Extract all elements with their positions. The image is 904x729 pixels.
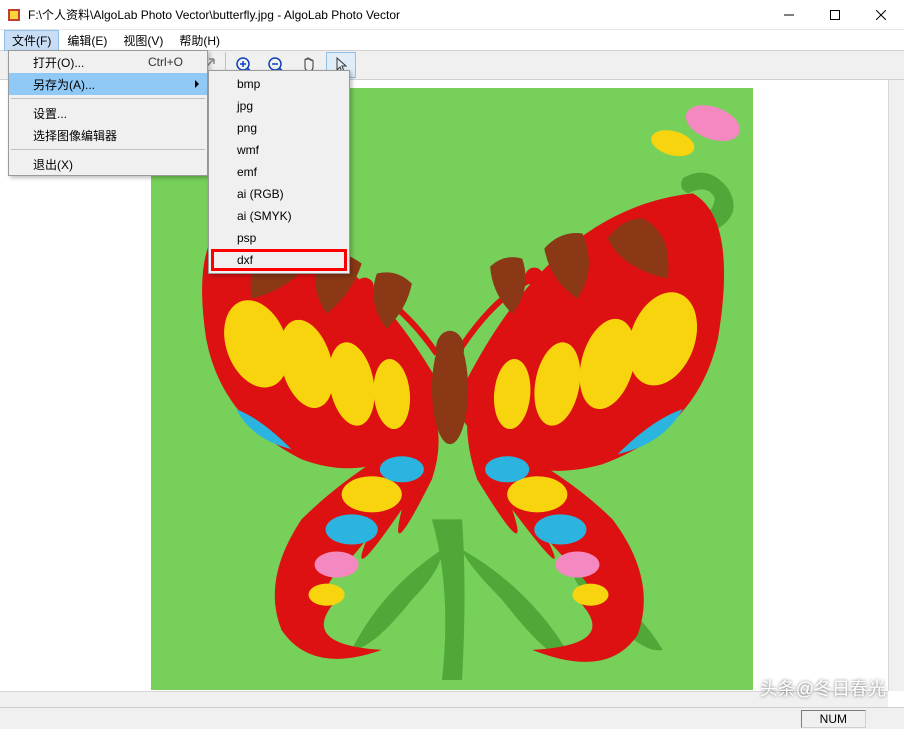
menu-bar: 文件(F) 编辑(E) 视图(V) 帮助(H): [0, 30, 904, 50]
status-num: NUM: [801, 710, 866, 728]
close-button[interactable]: [858, 0, 904, 29]
file-menu-dropdown: 打开(O)... Ctrl+O 另存为(A)... 设置... 选择图像编辑器 …: [8, 50, 208, 176]
menu-item-save-as[interactable]: 另存为(A)...: [9, 73, 207, 95]
submenu-item-ai-smyk[interactable]: ai (SMYK): [209, 205, 349, 227]
menu-help[interactable]: 帮助(H): [171, 30, 228, 51]
submenu-item-emf[interactable]: emf: [209, 161, 349, 183]
minimize-button[interactable]: [766, 0, 812, 29]
maximize-button[interactable]: [812, 0, 858, 29]
menu-item-label: 另存为(A)...: [33, 76, 95, 93]
submenu-item-psp[interactable]: psp: [209, 227, 349, 249]
submenu-item-wmf[interactable]: wmf: [209, 139, 349, 161]
submenu-item-jpg[interactable]: jpg: [209, 95, 349, 117]
horizontal-scrollbar[interactable]: [0, 691, 888, 707]
menu-divider: [11, 98, 205, 99]
menu-edit[interactable]: 编辑(E): [59, 30, 115, 51]
menu-item-open[interactable]: 打开(O)... Ctrl+O: [9, 51, 207, 73]
menu-item-label: 设置...: [33, 105, 67, 122]
menu-file[interactable]: 文件(F): [4, 30, 59, 51]
app-icon: [6, 7, 22, 23]
menu-divider: [11, 149, 205, 150]
menu-item-exit[interactable]: 退出(X): [9, 153, 207, 175]
menu-shortcut: Ctrl+O: [148, 55, 183, 69]
window-title: F:\个人资料\AlgoLab Photo Vector\butterfly.j…: [28, 6, 766, 23]
vertical-scrollbar[interactable]: [888, 80, 904, 691]
submenu-item-png[interactable]: png: [209, 117, 349, 139]
menu-item-label: 选择图像编辑器: [33, 127, 117, 144]
watermark-text: 头条@冬日春光: [760, 675, 886, 701]
menu-item-select-editor[interactable]: 选择图像编辑器: [9, 124, 207, 146]
menu-item-settings[interactable]: 设置...: [9, 102, 207, 124]
menu-view[interactable]: 视图(V): [115, 30, 171, 51]
save-as-submenu: bmp jpg png wmf emf ai (RGB) ai (SMYK) p…: [208, 70, 350, 274]
submenu-item-ai-rgb[interactable]: ai (RGB): [209, 183, 349, 205]
menu-item-label: 退出(X): [33, 156, 73, 173]
title-bar: F:\个人资料\AlgoLab Photo Vector\butterfly.j…: [0, 0, 904, 30]
status-bar: NUM: [0, 707, 904, 729]
menu-item-label: 打开(O)...: [33, 54, 84, 71]
submenu-item-dxf[interactable]: dxf: [211, 249, 347, 271]
submenu-arrow-icon: [195, 80, 199, 88]
submenu-item-bmp[interactable]: bmp: [209, 73, 349, 95]
